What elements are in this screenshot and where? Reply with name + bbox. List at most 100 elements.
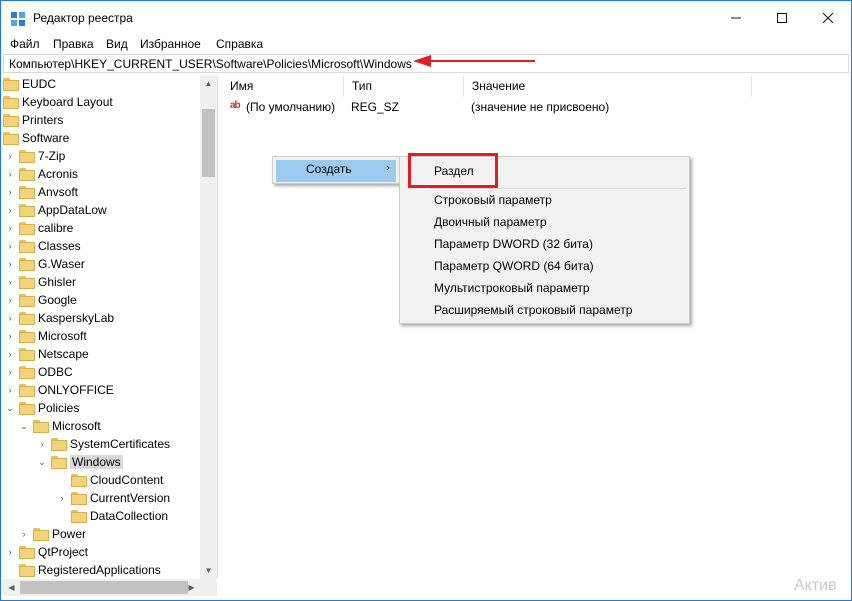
tree-item[interactable]: › Ghisler <box>5 273 77 291</box>
registry-editor-app-icon <box>11 12 25 26</box>
tree-item-label: AppDataLow <box>38 203 107 217</box>
folder-icon <box>71 473 87 487</box>
values-pane[interactable]: Имя Тип Значение ab (По умолчанию) REG_S… <box>222 75 849 596</box>
chevron-down-icon[interactable]: ⌄ <box>19 421 29 431</box>
tree-item[interactable]: › Acronis <box>5 165 79 183</box>
tree-item[interactable]: › calibre <box>5 219 74 237</box>
tree-item[interactable]: › Power <box>19 525 87 543</box>
tree-item-selected[interactable]: ⌄ Windows <box>37 453 123 471</box>
tree-item[interactable]: › Classes <box>5 237 81 255</box>
chevron-right-icon[interactable]: › <box>5 259 15 269</box>
submenu-item-qword[interactable]: Параметр QWORD (64 бита) <box>434 259 594 273</box>
tree-item[interactable]: › 7-Zip <box>5 147 66 165</box>
chevron-right-icon[interactable]: › <box>5 169 15 179</box>
tree-item[interactable]: DataCollection <box>57 507 168 525</box>
tree-item-label: Anvsoft <box>38 185 79 199</box>
chevron-right-icon[interactable]: › <box>37 439 47 449</box>
tree-item-label: Printers <box>22 113 64 127</box>
chevron-right-icon[interactable]: › <box>5 241 15 251</box>
tree-item[interactable]: › G.Waser <box>5 255 85 273</box>
submenu-item-dword[interactable]: Параметр DWORD (32 бита) <box>434 237 593 251</box>
chevron-right-icon[interactable]: › <box>19 529 29 539</box>
value-data: (значение не присвоено) <box>471 100 610 114</box>
tree-item[interactable]: › ONLYOFFICE <box>5 381 114 399</box>
tree-item[interactable]: › QtProject <box>5 543 89 561</box>
folder-icon <box>71 491 87 505</box>
chevron-right-icon[interactable]: › <box>5 151 15 161</box>
context-menu: Создать › <box>272 156 400 184</box>
scrollbar-thumb[interactable] <box>20 581 188 594</box>
chevron-down-icon[interactable]: ⌄ <box>37 457 47 467</box>
registry-tree: EUDC Keyboard Layout Printers Software ›… <box>3 75 218 579</box>
submenu-item-multistring[interactable]: Мультистроковый параметр <box>434 281 590 295</box>
minimize-button[interactable] <box>713 1 759 34</box>
annotation-highlight-box <box>408 153 498 188</box>
tree-item[interactable]: › Google <box>5 291 77 309</box>
tree-item[interactable]: RegisteredApplications <box>5 561 161 579</box>
tree-horizontal-scrollbar[interactable]: ◀ ▶ <box>3 579 217 596</box>
menu-bar: Файл Правка Вид Избранное Справка <box>1 34 851 54</box>
chevron-right-icon[interactable]: › <box>5 331 15 341</box>
chevron-right-icon[interactable]: › <box>5 223 15 233</box>
tree-item[interactable]: › KasperskyLab <box>5 309 115 327</box>
close-button[interactable] <box>805 1 851 34</box>
menu-view[interactable]: Вид <box>106 37 128 51</box>
tree-item[interactable]: EUDC <box>3 75 56 93</box>
folder-icon <box>19 239 35 253</box>
tree-item[interactable]: Printers <box>3 111 63 129</box>
maximize-button[interactable] <box>759 1 805 34</box>
tree-item[interactable]: › Netscape <box>5 345 89 363</box>
tree-item[interactable]: › SystemCertificates <box>37 435 171 453</box>
chevron-right-icon[interactable]: › <box>5 277 15 287</box>
column-header-type[interactable]: Тип <box>344 75 464 97</box>
scroll-right-icon[interactable]: ▶ <box>183 579 200 596</box>
submenu-item-expandable-string[interactable]: Расширяемый строковый параметр <box>434 303 632 317</box>
tree-item[interactable]: › ODBC <box>5 363 73 381</box>
chevron-right-icon[interactable]: › <box>5 205 15 215</box>
folder-icon <box>19 401 35 415</box>
chevron-right-icon[interactable]: › <box>5 367 15 377</box>
tree-item-label: Windows <box>70 455 123 469</box>
scrollbar-thumb[interactable] <box>202 109 215 177</box>
tree-item[interactable]: › AppDataLow <box>5 201 107 219</box>
tree-item[interactable]: CloudContent <box>57 471 163 489</box>
folder-icon <box>19 149 35 163</box>
menu-help[interactable]: Справка <box>216 37 263 51</box>
chevron-down-icon[interactable]: ⌄ <box>5 403 15 413</box>
chevron-right-icon[interactable]: › <box>57 493 67 503</box>
tree-item-label: KasperskyLab <box>38 311 115 325</box>
chevron-right-icon[interactable]: › <box>5 385 15 395</box>
context-menu-item-label: Создать <box>306 162 352 176</box>
menu-file[interactable]: Файл <box>10 37 40 51</box>
tree-vertical-scrollbar[interactable]: ▲ ▼ <box>200 75 217 579</box>
menu-edit[interactable]: Правка <box>53 37 94 51</box>
tree-item[interactable]: › Microsoft <box>5 327 87 345</box>
scroll-down-icon[interactable]: ▼ <box>200 562 217 579</box>
submenu-item-binary[interactable]: Двоичный параметр <box>434 215 547 229</box>
chevron-right-icon[interactable]: › <box>5 547 15 557</box>
scroll-up-icon[interactable]: ▲ <box>200 75 217 92</box>
tree-item[interactable]: Software <box>3 129 69 147</box>
address-path[interactable]: Компьютер\HKEY_CURRENT_USER\Software\Pol… <box>9 57 412 71</box>
tree-item[interactable]: Keyboard Layout <box>3 93 113 111</box>
folder-icon <box>33 419 49 433</box>
close-icon <box>823 12 833 23</box>
chevron-right-icon[interactable]: › <box>5 187 15 197</box>
tree-item-label: QtProject <box>38 545 89 559</box>
tree-item[interactable]: ⌄ Microsoft <box>19 417 100 435</box>
activation-watermark: Актив <box>794 577 837 594</box>
tree-item-label: Netscape <box>38 347 89 361</box>
scroll-left-icon[interactable]: ◀ <box>3 579 20 596</box>
tree-item[interactable]: › CurrentVersion <box>57 489 171 507</box>
column-header-value[interactable]: Значение <box>464 75 752 97</box>
chevron-right-icon[interactable]: › <box>5 349 15 359</box>
tree-item[interactable]: › Anvsoft <box>5 183 79 201</box>
menu-favorites[interactable]: Избранное <box>140 37 201 51</box>
chevron-right-icon[interactable]: › <box>5 295 15 305</box>
value-row[interactable]: ab (По умолчанию) REG_SZ (значение не пр… <box>222 98 622 116</box>
chevron-right-icon[interactable]: › <box>5 313 15 323</box>
column-header-name[interactable]: Имя <box>222 75 344 97</box>
tree-item[interactable]: ⌄ Policies <box>5 399 79 417</box>
menu-separator <box>430 188 686 189</box>
submenu-item-string[interactable]: Строковый параметр <box>434 193 552 207</box>
